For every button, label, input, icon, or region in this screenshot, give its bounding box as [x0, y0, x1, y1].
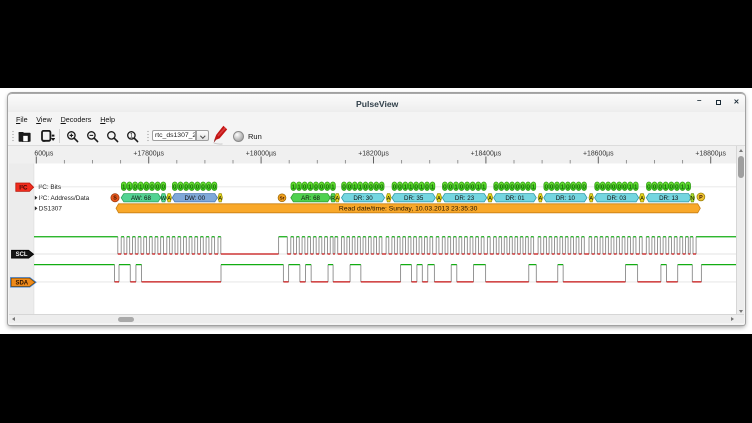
- svg-text:DR: 23: DR: 23: [455, 195, 475, 202]
- svg-text:+17800µs: +17800µs: [133, 151, 164, 158]
- svg-text:1: 1: [309, 184, 312, 190]
- svg-text:1: 1: [420, 184, 423, 190]
- svg-text:1: 1: [297, 184, 300, 190]
- svg-text:1: 1: [629, 184, 632, 190]
- svg-text:1: 1: [331, 184, 334, 190]
- svg-text:Sr: Sr: [280, 196, 285, 201]
- svg-text:SDA: SDA: [15, 280, 28, 286]
- svg-text:SCL: SCL: [16, 252, 28, 258]
- svg-text:1: 1: [431, 184, 434, 190]
- svg-text:1: 1: [634, 184, 637, 190]
- svg-text:1: 1: [122, 184, 125, 190]
- svg-text:1: 1: [128, 184, 131, 190]
- svg-text:Read date/time: Sunday, 10.03.: Read date/time: Sunday, 10.03.2013 23:35…: [339, 206, 478, 213]
- svg-text:1: 1: [409, 184, 412, 190]
- svg-text:N: N: [690, 196, 694, 202]
- svg-text:DW: 00: DW: 00: [185, 195, 206, 202]
- svg-text:I²C: Bits: I²C: Bits: [38, 184, 61, 191]
- svg-text:DR: 30: DR: 30: [353, 195, 373, 202]
- svg-text:+18200µs: +18200µs: [358, 151, 389, 158]
- svg-text:1: 1: [292, 184, 295, 190]
- svg-text:DR: 13: DR: 13: [659, 195, 679, 202]
- svg-text:+18800µs: +18800µs: [695, 151, 726, 158]
- svg-text:1: 1: [454, 184, 457, 190]
- svg-text:1: 1: [359, 184, 362, 190]
- svg-text:1: 1: [664, 184, 667, 190]
- svg-text:1: 1: [482, 184, 485, 190]
- svg-text:S: S: [113, 196, 117, 202]
- svg-text:1: 1: [686, 184, 689, 190]
- svg-text:I²C: Address/Data: I²C: Address/Data: [39, 195, 90, 202]
- svg-text:DR: 01: DR: 01: [505, 195, 525, 202]
- svg-text:1: 1: [353, 184, 356, 190]
- svg-text:A: A: [335, 196, 339, 202]
- svg-text:AR: 68: AR: 68: [301, 195, 320, 202]
- svg-text:1: 1: [404, 184, 407, 190]
- svg-text:+18000µs: +18000µs: [246, 151, 277, 158]
- svg-text:I²C: I²C: [19, 185, 28, 192]
- svg-text:+18400µs: +18400µs: [471, 151, 502, 158]
- svg-text:1: 1: [561, 184, 564, 190]
- svg-text:A: A: [218, 196, 222, 202]
- svg-text:1: 1: [532, 184, 535, 190]
- svg-text:A: A: [437, 196, 441, 202]
- svg-text:A: A: [387, 196, 391, 202]
- svg-text:+18600µs: +18600µs: [583, 151, 614, 158]
- svg-text:DS1307: DS1307: [39, 206, 63, 213]
- svg-text:1: 1: [139, 184, 142, 190]
- svg-text:A: A: [539, 196, 543, 202]
- svg-text:DR: 35: DR: 35: [404, 195, 424, 202]
- svg-text:A: A: [640, 196, 644, 202]
- svg-text:DR: 03: DR: 03: [607, 195, 627, 202]
- svg-text:AW: 68: AW: 68: [131, 195, 152, 202]
- svg-text:DR: 10: DR: 10: [556, 195, 576, 202]
- svg-text:A: A: [589, 196, 593, 202]
- svg-text:1: 1: [477, 184, 480, 190]
- svg-text:P: P: [699, 195, 703, 201]
- svg-text:A: A: [167, 196, 171, 202]
- svg-text:A: A: [488, 196, 492, 202]
- svg-text:600µs: 600µs: [34, 151, 53, 158]
- svg-text:1: 1: [681, 184, 684, 190]
